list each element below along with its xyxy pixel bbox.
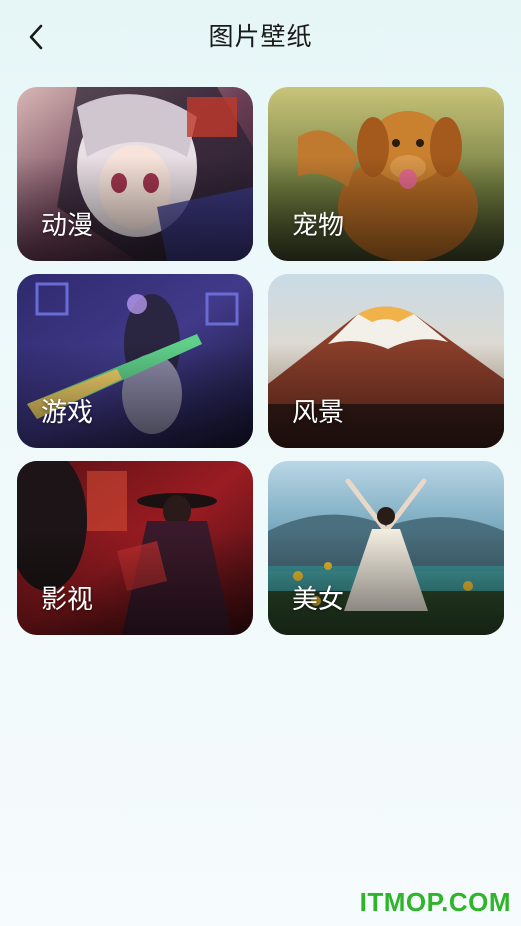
category-label: 动漫: [41, 211, 94, 241]
top-bar: 图片壁纸: [0, 0, 521, 76]
category-label: 宠物: [292, 211, 345, 241]
category-card-scenery[interactable]: 风景: [268, 274, 504, 448]
category-label: 游戏: [41, 398, 94, 428]
page-title: 图片壁纸: [208, 22, 313, 51]
category-label: 影视: [41, 585, 94, 615]
category-card-film[interactable]: 影视: [17, 461, 253, 635]
category-card-beauty[interactable]: 美女: [268, 461, 504, 635]
category-label: 风景: [292, 398, 345, 428]
category-card-anime[interactable]: 动漫: [17, 87, 253, 261]
category-card-games[interactable]: 游戏: [17, 274, 253, 448]
category-label: 美女: [292, 585, 345, 615]
category-card-pets[interactable]: 宠物: [268, 87, 504, 261]
site-watermark: ITMOP.COM: [359, 887, 511, 917]
